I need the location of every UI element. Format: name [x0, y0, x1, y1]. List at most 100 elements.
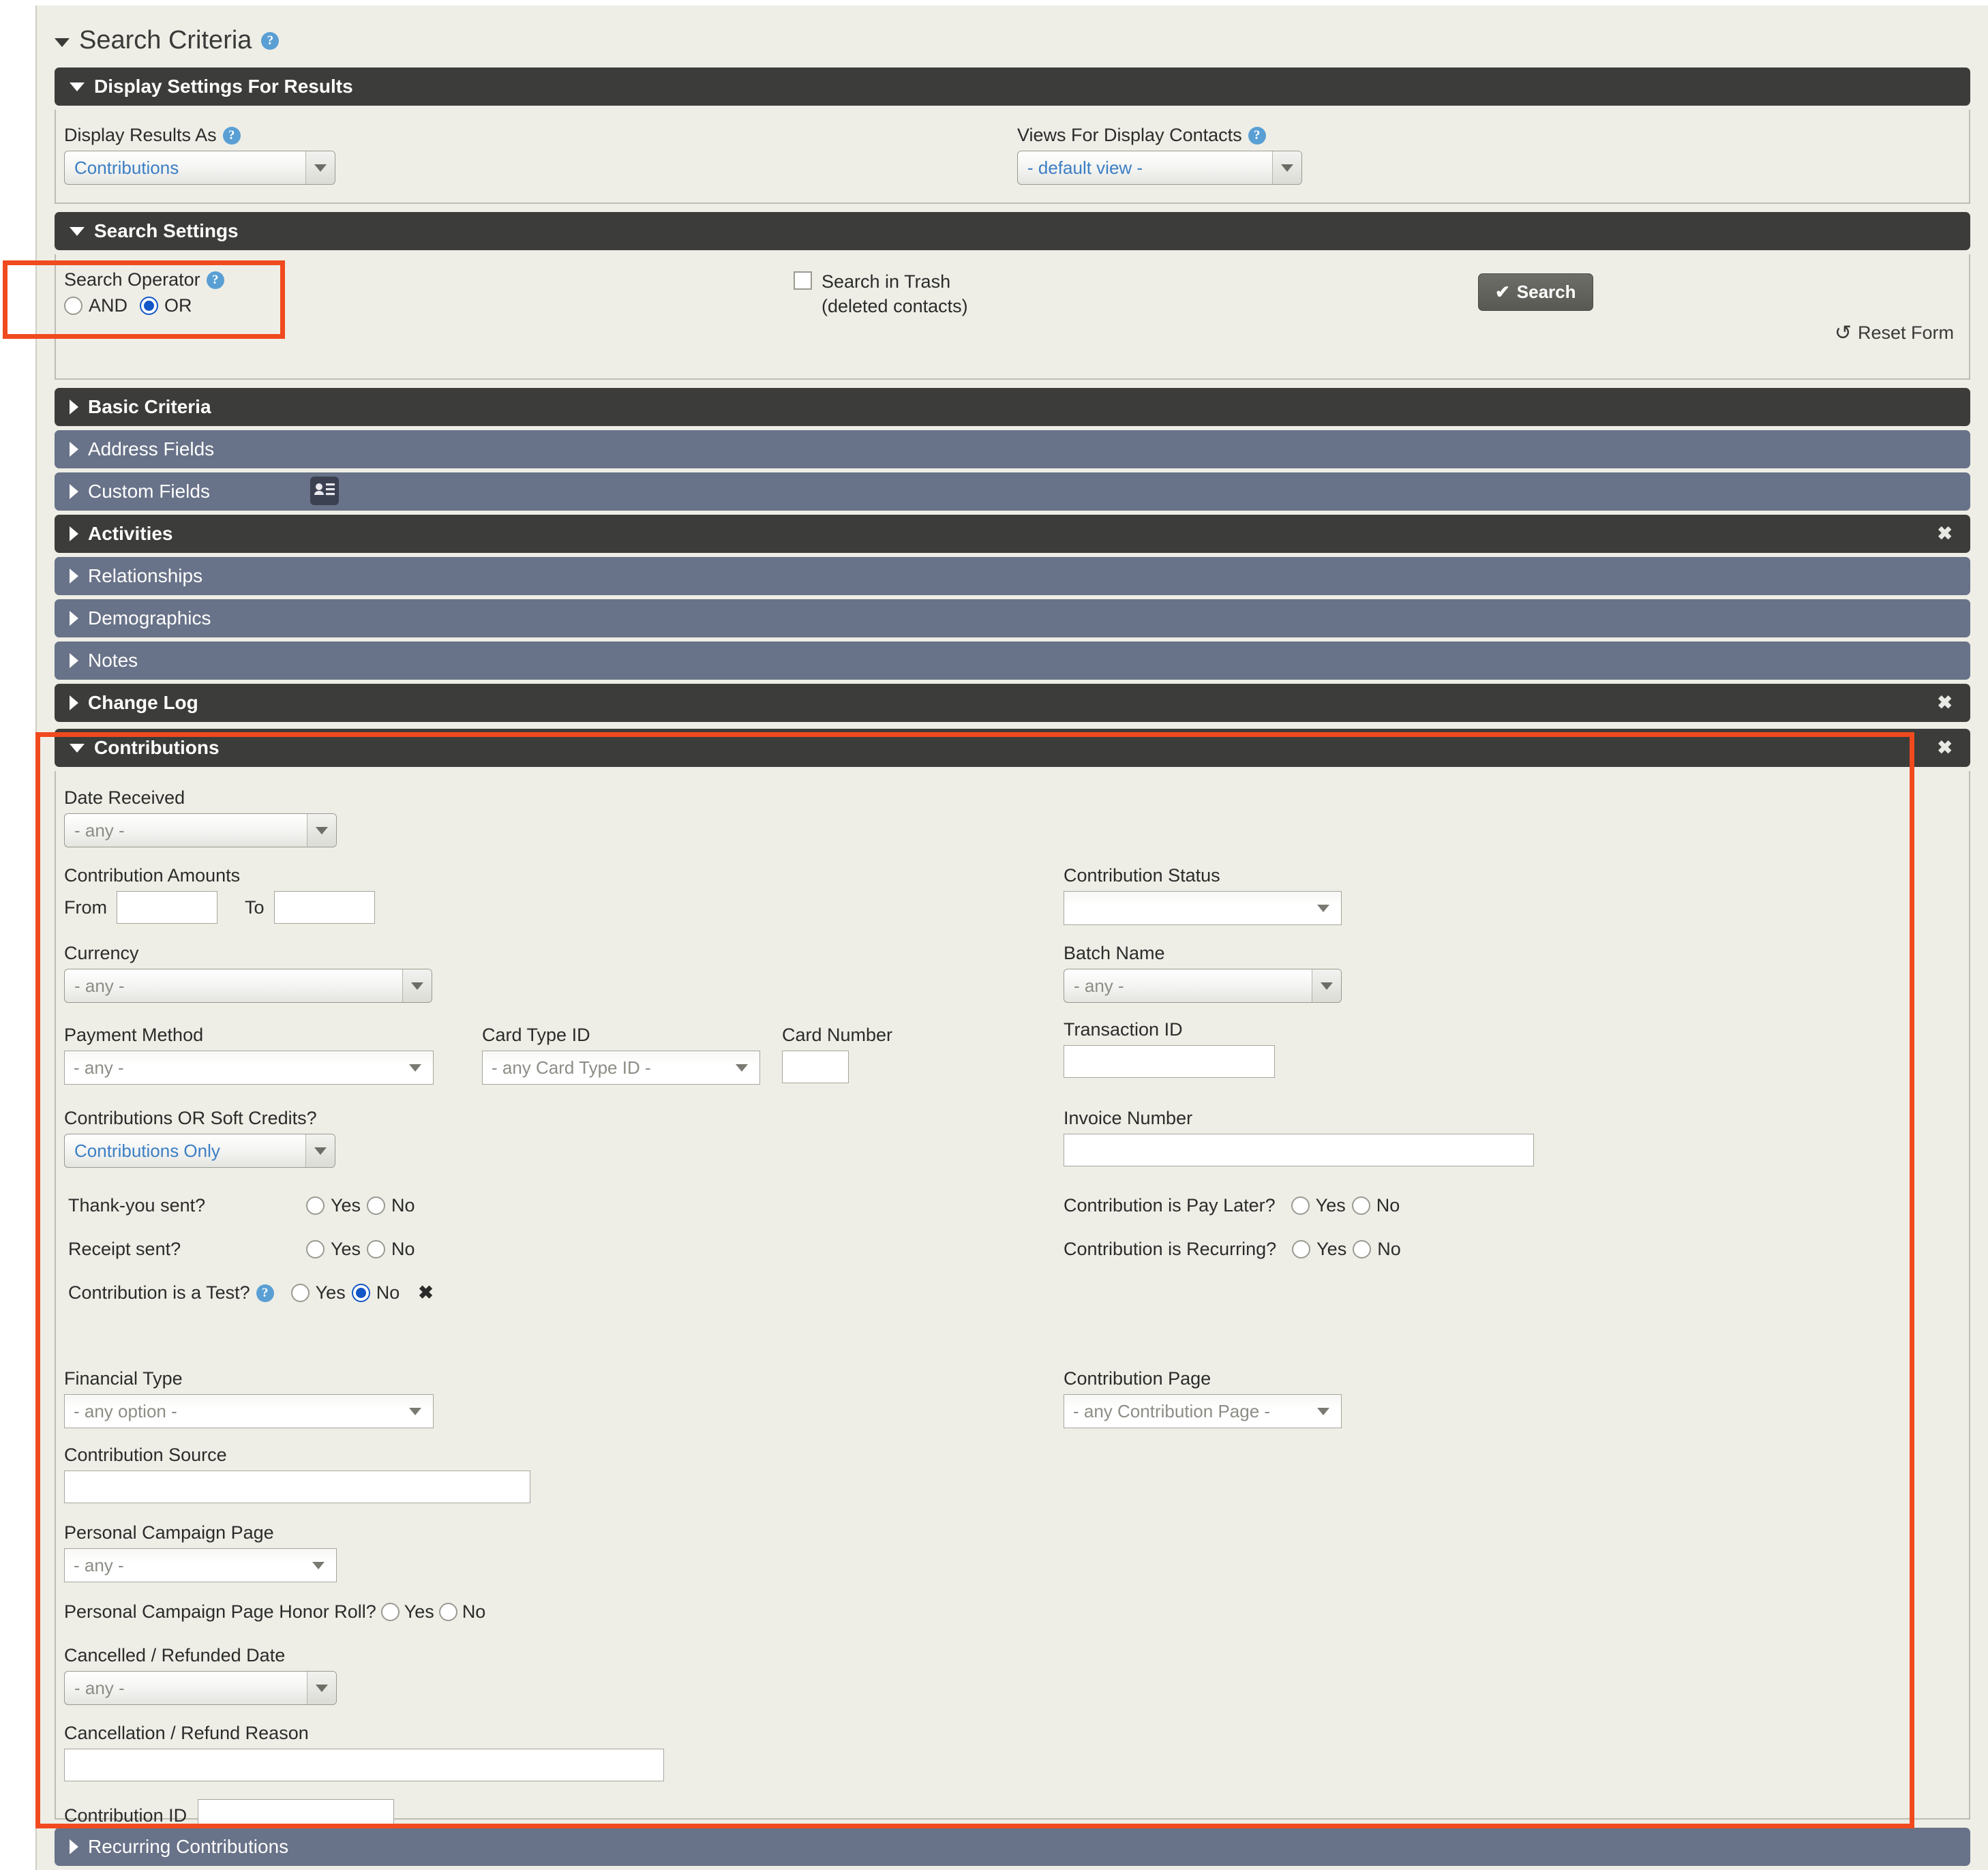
radio-search-operator-and[interactable]	[64, 297, 82, 315]
soft-credits-select[interactable]: Contributions Only	[64, 1134, 335, 1168]
radio-receipt-sent-no[interactable]	[367, 1240, 386, 1258]
contribution-page-value: - any Contribution Page -	[1073, 1400, 1271, 1421]
page-title[interactable]: Search Criteria ?	[37, 5, 1988, 67]
help-icon[interactable]: ?	[256, 1284, 274, 1302]
chevron-down-icon[interactable]	[1312, 969, 1341, 1002]
cancellation-reason-group: Cancellation / Refund Reason	[64, 1723, 664, 1781]
display-results-as-select[interactable]: Contributions	[64, 151, 335, 185]
cancelled-refunded-date-label: Cancelled / Refunded Date	[64, 1645, 286, 1665]
chevron-down-icon[interactable]	[1317, 1407, 1329, 1415]
chevron-right-icon	[70, 526, 78, 541]
section-header-notes[interactable]: Notes	[55, 642, 1970, 680]
section-header-display-settings[interactable]: Display Settings For Results	[55, 67, 1970, 106]
radio-receipt-sent-yes[interactable]	[306, 1240, 325, 1258]
radio-honor-roll-yes[interactable]	[380, 1603, 400, 1621]
thank-you-sent-row: Thank-you sent? Yes No	[68, 1195, 415, 1216]
contribution-status-select[interactable]	[1064, 891, 1342, 925]
chevron-down-icon[interactable]	[409, 1064, 421, 1072]
personal-campaign-page-select[interactable]: - any -	[64, 1548, 337, 1582]
section-header-activities[interactable]: Activities ✖	[55, 515, 1970, 553]
search-button[interactable]: ✔ Search	[1478, 273, 1593, 311]
radio-thank-you-sent-yes[interactable]	[306, 1196, 325, 1215]
cancellation-reason-input[interactable]	[64, 1749, 664, 1781]
card-type-id-select[interactable]: - any Card Type ID -	[482, 1051, 760, 1085]
radio-is-pay-later-yes[interactable]	[1291, 1196, 1310, 1215]
batch-name-value: - any -	[1074, 976, 1124, 996]
personal-campaign-page-group: Personal Campaign Page - any -	[64, 1522, 337, 1582]
clear-is-test-icon[interactable]: ✖	[418, 1282, 434, 1303]
close-icon[interactable]: ✖	[1937, 738, 1953, 759]
is-pay-later-row: Contribution is Pay Later? Yes No	[1064, 1195, 1400, 1216]
help-icon[interactable]: ?	[206, 271, 224, 289]
close-icon[interactable]: ✖	[1937, 524, 1953, 545]
radio-label-no: No	[462, 1601, 486, 1622]
invoice-number-input[interactable]	[1064, 1134, 1534, 1166]
section-header-relationships[interactable]: Relationships	[55, 557, 1970, 595]
section-header-contributions[interactable]: Contributions ✖	[55, 729, 1970, 767]
radio-search-operator-or[interactable]	[140, 297, 159, 315]
receipt-sent-group: Receipt sent? Yes No	[68, 1239, 415, 1260]
help-icon[interactable]: ?	[222, 126, 241, 145]
payment-method-select[interactable]: - any -	[64, 1051, 434, 1085]
currency-label: Currency	[64, 943, 139, 963]
chevron-down-icon[interactable]	[1317, 904, 1329, 912]
views-for-display-contacts-select[interactable]: - default view -	[1017, 151, 1302, 185]
contribution-id-input[interactable]	[198, 1799, 395, 1832]
section-header-recurring-contributions[interactable]: Recurring Contributions	[55, 1828, 1970, 1866]
chevron-down-icon[interactable]	[307, 1672, 336, 1704]
chevron-down-icon[interactable]	[55, 38, 70, 47]
personal-campaign-page-label: Personal Campaign Page	[64, 1522, 274, 1543]
radio-thank-you-sent-no[interactable]	[367, 1196, 386, 1215]
card-number-input[interactable]	[782, 1051, 849, 1083]
chevron-down-icon[interactable]	[305, 1134, 335, 1167]
honor-roll-group: Personal Campaign Page Honor Roll? Yes N…	[64, 1601, 485, 1623]
chevron-down-icon[interactable]	[409, 1407, 421, 1415]
section-header-address-fields[interactable]: Address Fields	[55, 430, 1970, 468]
radio-label-no: No	[376, 1282, 400, 1303]
payment-method-value: - any -	[74, 1057, 124, 1078]
help-icon[interactable]: ?	[261, 31, 280, 50]
chevron-down-icon[interactable]	[736, 1064, 748, 1072]
financial-type-select[interactable]: - any option -	[64, 1394, 434, 1428]
close-icon[interactable]: ✖	[1937, 693, 1953, 714]
transaction-id-input[interactable]	[1064, 1045, 1275, 1078]
section-header-label: Demographics	[88, 607, 211, 629]
radio-is-pay-later-no[interactable]	[1351, 1196, 1370, 1215]
honor-roll-row: Personal Campaign Page Honor Roll? Yes N…	[64, 1601, 485, 1623]
contribution-source-input[interactable]	[64, 1471, 530, 1503]
radio-is-test-no[interactable]	[351, 1284, 370, 1302]
chevron-down-icon[interactable]	[312, 1561, 325, 1569]
section-header-search-settings[interactable]: Search Settings	[55, 212, 1970, 250]
radio-is-test-yes[interactable]	[290, 1284, 310, 1302]
cancelled-refunded-date-select[interactable]: - any -	[64, 1671, 337, 1705]
views-for-display-contacts-label: Views For Display Contacts	[1017, 125, 1242, 145]
help-icon[interactable]: ?	[1248, 126, 1266, 145]
checkbox-search-in-trash[interactable]	[794, 271, 812, 290]
radio-is-recurring-no[interactable]	[1353, 1240, 1372, 1258]
section-header-basic-criteria[interactable]: Basic Criteria	[55, 388, 1970, 426]
amount-to-input[interactable]	[273, 891, 375, 924]
chevron-down-icon	[70, 743, 85, 753]
cancelled-refunded-date-value: - any -	[74, 1678, 125, 1698]
date-received-select[interactable]: - any -	[64, 813, 337, 847]
chevron-down-icon[interactable]	[307, 814, 336, 847]
search-in-trash-label: Search in Trash	[822, 271, 951, 292]
reset-form-link[interactable]: ↺ Reset Form	[1835, 321, 1954, 345]
radio-label-yes: Yes	[331, 1195, 361, 1216]
section-header-change-log[interactable]: Change Log ✖	[55, 684, 1970, 722]
section-header-custom-fields[interactable]: Custom Fields	[55, 472, 1970, 511]
section-header-demographics[interactable]: Demographics	[55, 599, 1970, 637]
radio-is-recurring-yes[interactable]	[1292, 1240, 1311, 1258]
currency-select[interactable]: - any -	[64, 969, 432, 1003]
receipt-sent-row: Receipt sent? Yes No	[68, 1239, 415, 1260]
contribution-page-select[interactable]: - any Contribution Page -	[1064, 1394, 1342, 1428]
chevron-down-icon[interactable]	[1272, 151, 1301, 184]
amount-from-input[interactable]	[117, 891, 217, 924]
section-header-label: Relationships	[88, 565, 203, 586]
radio-label-and: AND	[89, 295, 128, 316]
section-header-label: Custom Fields	[88, 481, 210, 502]
batch-name-select[interactable]: - any -	[1064, 969, 1342, 1003]
chevron-down-icon[interactable]	[402, 969, 432, 1002]
chevron-down-icon[interactable]	[305, 151, 335, 184]
radio-honor-roll-no[interactable]	[438, 1603, 457, 1621]
